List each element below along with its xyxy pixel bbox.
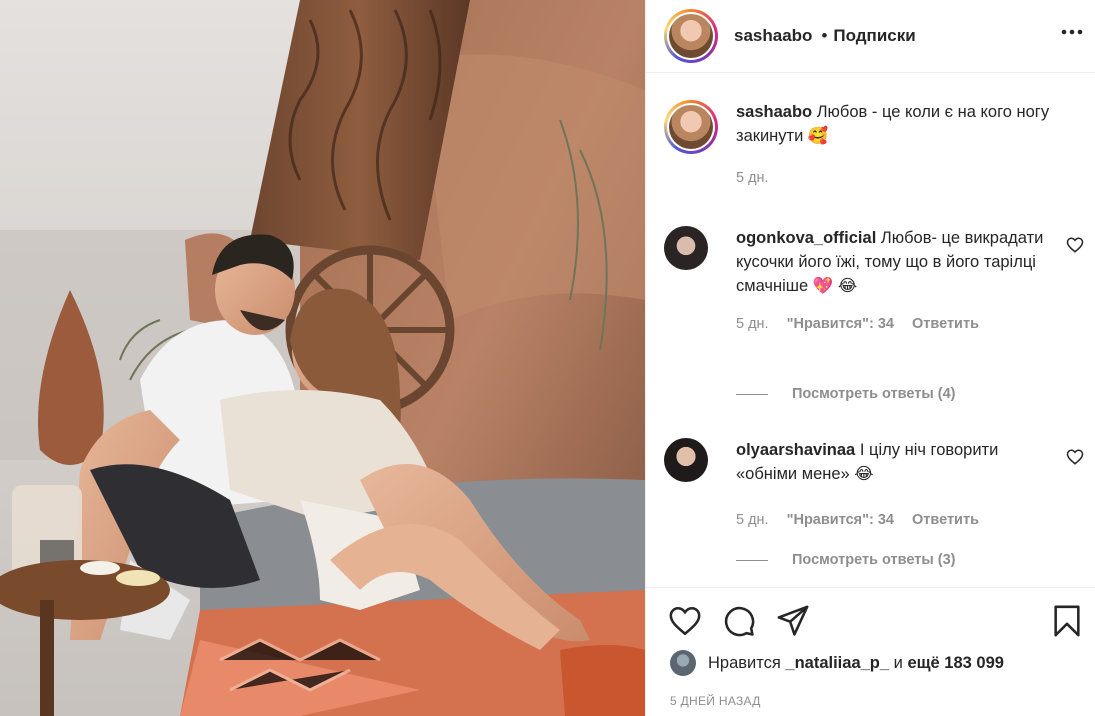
likes-count-link[interactable]: ещё 183 099	[907, 654, 1004, 673]
comment-time[interactable]: 5 дн.	[736, 508, 769, 532]
comments-list[interactable]: sashaabo Любов - це коли є на кого ногу …	[646, 74, 1095, 586]
post-header: sashaabo • Подписки	[646, 0, 1095, 73]
share-icon[interactable]	[776, 604, 810, 638]
author-avatar-image	[669, 14, 713, 58]
replies-divider	[736, 559, 768, 561]
liker-username[interactable]: _nataliiaa_p_	[785, 654, 889, 673]
commenter-avatar-image	[664, 438, 708, 482]
view-replies-label: Посмотреть ответы (4)	[792, 386, 956, 402]
post-view: sashaabo • Подписки sashaabo Любов - це …	[0, 0, 1095, 716]
reply-button[interactable]: Ответить	[912, 508, 979, 532]
more-horizontal-icon[interactable]	[1060, 20, 1084, 44]
author-avatar[interactable]	[664, 9, 718, 63]
caption-meta: 5 дн.	[736, 166, 1056, 190]
comment-username[interactable]: ogonkova_official	[736, 229, 876, 247]
comment-body: olyaarshavinaa І цілу ніч говорити «обні…	[736, 438, 1056, 532]
likes-connector: и	[893, 653, 903, 672]
reply-button[interactable]: Ответить	[912, 312, 979, 336]
caption-avatar-image	[669, 105, 713, 149]
bookmark-icon[interactable]	[1050, 604, 1084, 638]
caption-avatar[interactable]	[664, 100, 718, 154]
post-side-panel: sashaabo • Подписки sashaabo Любов - це …	[645, 0, 1095, 716]
commenter-avatar[interactable]	[664, 438, 708, 482]
comment-body: ogonkova_official Любов- це викрадати ку…	[736, 226, 1056, 336]
likes-prefix: Нравится	[708, 653, 781, 672]
comment-heart-icon[interactable]	[1066, 448, 1084, 466]
comment-username[interactable]: olyaarshavinaa	[736, 441, 855, 459]
heart-icon[interactable]	[668, 604, 702, 638]
replies-divider	[736, 393, 768, 395]
view-replies-link[interactable]: Посмотреть ответы (4)	[736, 386, 956, 402]
comment-time[interactable]: 5 дн.	[736, 312, 769, 336]
view-replies-link[interactable]: Посмотреть ответы (3)	[736, 552, 956, 568]
separator-dot: •	[821, 26, 828, 45]
post-actions: Нравится _nataliiaa_p_ и ещё 183 099 5 Д…	[646, 587, 1095, 716]
comment-heart-icon[interactable]	[1066, 236, 1084, 254]
comment-meta: 5 дн. "Нравится": 34 Ответить	[736, 312, 1056, 336]
post-photo[interactable]	[0, 0, 645, 716]
post-image	[0, 0, 645, 716]
caption-time[interactable]: 5 дн.	[736, 166, 769, 190]
post-date[interactable]: 5 ДНЕЙ НАЗАД	[670, 694, 761, 708]
caption-body: sashaabo Любов - це коли є на кого ногу …	[736, 100, 1056, 190]
comment-likes-count[interactable]: "Нравится": 34	[787, 312, 894, 336]
author-username[interactable]: sashaabo	[734, 26, 812, 46]
following-button[interactable]: Подписки	[833, 26, 915, 46]
likes-summary: Нравится _nataliiaa_p_ и ещё 183 099	[670, 650, 1004, 676]
comment-meta: 5 дн. "Нравится": 34 Ответить	[736, 508, 1056, 532]
caption-username[interactable]: sashaabo	[736, 103, 812, 121]
view-replies-label: Посмотреть ответы (3)	[792, 552, 956, 568]
comment-icon[interactable]	[722, 604, 756, 638]
liker-avatar[interactable]	[670, 650, 696, 676]
comment-likes-count[interactable]: "Нравится": 34	[787, 508, 894, 532]
commenter-avatar-image	[664, 226, 708, 270]
commenter-avatar[interactable]	[664, 226, 708, 270]
